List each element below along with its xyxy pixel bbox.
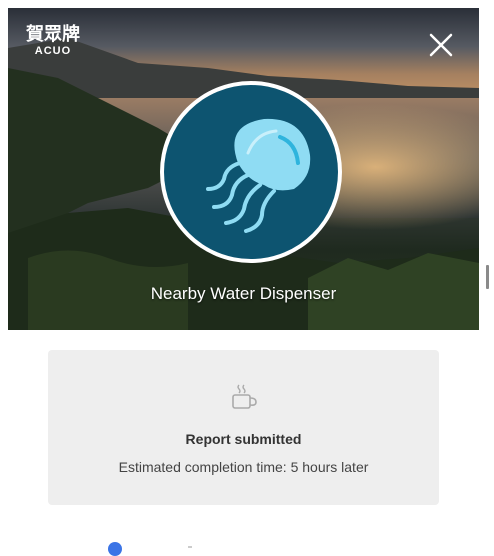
logo-chinese-text: 賀眾牌 xyxy=(26,24,80,45)
app-window: 賀眾牌 ACUO Nearby Water Dispenser Report s… xyxy=(0,0,494,556)
dispenser-avatar xyxy=(160,81,342,263)
status-card: Report submitted Estimated completion ti… xyxy=(48,350,439,505)
coffee-cup-icon xyxy=(232,384,257,409)
status-subtitle: Estimated completion time: 5 hours later xyxy=(118,459,369,475)
partial-divider xyxy=(188,546,192,548)
close-button[interactable] xyxy=(426,30,456,60)
brand-logo: 賀眾牌 ACUO xyxy=(26,26,80,57)
jellyfish-icon xyxy=(206,118,311,233)
close-icon xyxy=(429,33,453,57)
logo-english-text: ACUO xyxy=(34,45,72,57)
status-title: Report submitted xyxy=(185,431,302,447)
hero-title: Nearby Water Dispenser xyxy=(150,284,337,303)
hero-banner: 賀眾牌 ACUO Nearby Water Dispenser xyxy=(8,8,479,330)
partial-radio-indicator[interactable] xyxy=(108,542,122,556)
resize-handle[interactable] xyxy=(486,265,489,289)
